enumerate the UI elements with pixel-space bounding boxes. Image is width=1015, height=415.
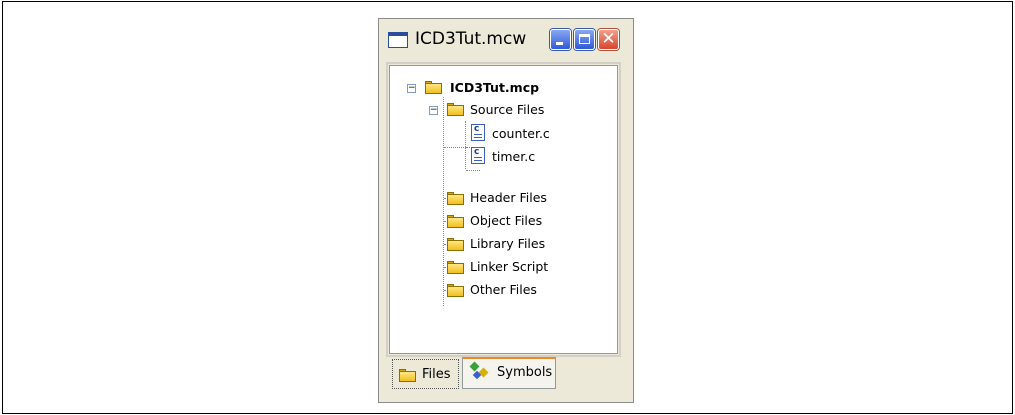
header-files-folder[interactable]: Header Files	[470, 190, 547, 205]
file-timer-c[interactable]: timer.c	[492, 149, 535, 164]
folder-icon	[447, 215, 464, 228]
window-title: ICD3Tut.mcw	[415, 29, 527, 49]
collapse-source-toggle[interactable]: −	[429, 106, 438, 115]
tree-connector	[443, 97, 444, 306]
file-counter-c[interactable]: counter.c	[492, 126, 550, 141]
folder-icon	[399, 369, 416, 382]
linker-script-folder[interactable]: Linker Script	[470, 259, 548, 274]
folder-icon	[447, 103, 464, 116]
tab-files[interactable]: Files	[392, 359, 459, 389]
project-root-label[interactable]: ICD3Tut.mcp	[450, 80, 539, 95]
c-source-file-icon: c	[471, 147, 485, 164]
symbols-icon	[469, 361, 491, 381]
c-source-file-icon: c	[471, 124, 485, 141]
title-bar[interactable]: ICD3Tut.mcw ✕	[379, 19, 633, 61]
source-files-folder[interactable]: Source Files	[470, 102, 544, 117]
tab-files-label: Files	[422, 367, 451, 382]
tree-connector	[466, 170, 480, 171]
object-files-folder[interactable]: Object Files	[470, 213, 542, 228]
close-icon: ✕	[601, 29, 616, 49]
tree-connector	[465, 121, 466, 169]
close-button[interactable]: ✕	[598, 29, 619, 50]
project-tree-panel[interactable]: − ICD3Tut.mcp − Source Files c counter.c…	[386, 62, 621, 357]
tab-symbols[interactable]: Symbols	[462, 357, 556, 389]
minimize-button[interactable]	[550, 29, 571, 50]
workspace-window: ICD3Tut.mcw ✕ − ICD3Tut.mcp − Source Fil…	[378, 18, 634, 403]
library-files-folder[interactable]: Library Files	[470, 236, 545, 251]
workspace-tabs: Files Symbols	[389, 357, 618, 395]
tab-symbols-label: Symbols	[497, 365, 553, 380]
folder-icon	[425, 81, 442, 94]
collapse-root-toggle[interactable]: −	[407, 84, 416, 93]
maximize-icon	[575, 30, 594, 49]
folder-icon	[447, 261, 464, 274]
other-files-folder[interactable]: Other Files	[470, 282, 537, 297]
folder-icon	[447, 238, 464, 251]
project-tree: − ICD3Tut.mcp − Source Files c counter.c…	[390, 66, 617, 353]
window-icon	[388, 32, 408, 48]
minimize-icon	[551, 30, 570, 49]
folder-icon	[447, 284, 464, 297]
maximize-button[interactable]	[574, 29, 595, 50]
folder-icon	[447, 192, 464, 205]
